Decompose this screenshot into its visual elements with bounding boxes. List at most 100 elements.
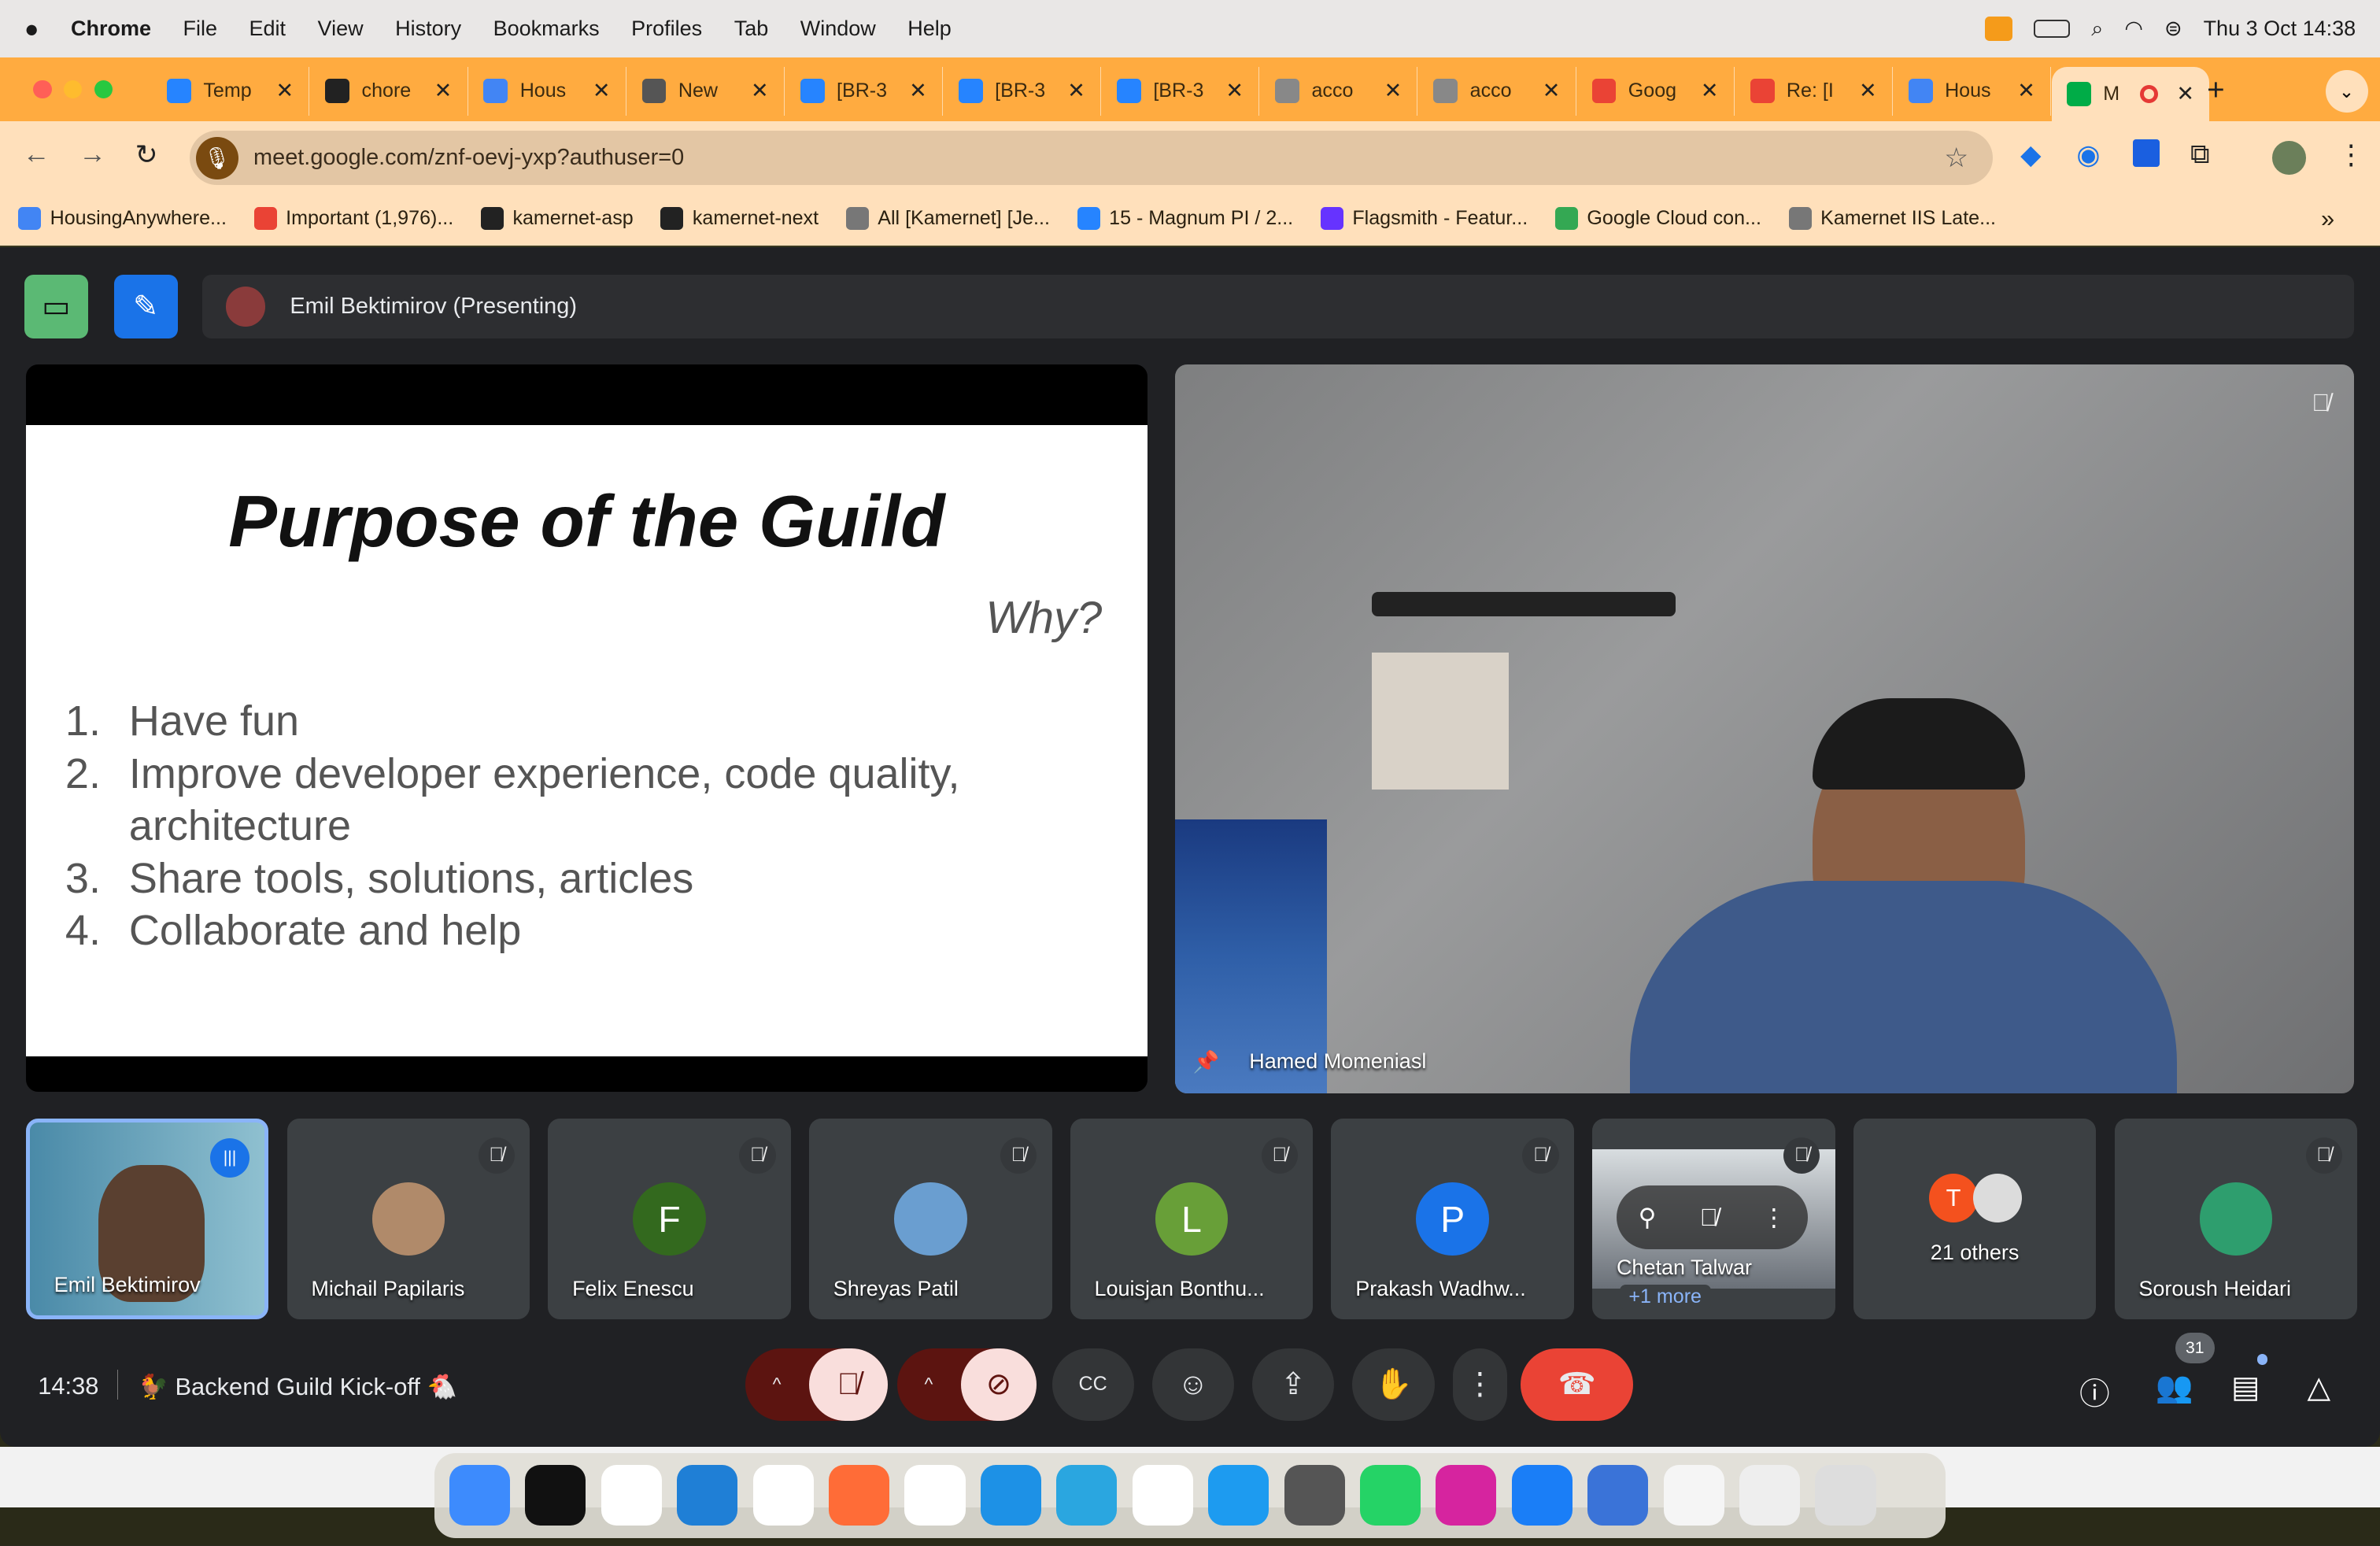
close-tab-icon[interactable]: ✕ — [751, 79, 769, 103]
menu-view[interactable]: View — [318, 17, 364, 41]
battery-icon[interactable] — [2033, 20, 2071, 39]
star-icon[interactable]: ☆ — [1944, 142, 1968, 174]
browser-tab[interactable]: New ✕ — [626, 66, 785, 116]
camera-toggle-button[interactable]: ⊘ — [960, 1348, 1037, 1422]
bookmark[interactable]: HousingAnywhere... — [18, 207, 227, 231]
captions-button[interactable]: CC — [1051, 1348, 1134, 1422]
browser-tab[interactable]: M ✕ — [2051, 66, 2210, 122]
browser-tab[interactable]: acco ✕ — [1418, 66, 1576, 116]
control-center-icon[interactable]: ⊜ — [2164, 17, 2182, 41]
extensions-icon[interactable]: ⧉ — [2190, 139, 2210, 170]
dock-app-icon[interactable] — [1056, 1465, 1118, 1526]
close-tab-icon[interactable]: ✕ — [1384, 79, 1402, 103]
trello-icon[interactable] — [2132, 139, 2160, 168]
close-tab-icon[interactable]: ✕ — [1067, 79, 1085, 103]
mic-off-icon[interactable]: 🎙̸ — [1700, 1204, 1718, 1232]
forward-icon[interactable]: → — [79, 139, 106, 170]
dock-app-icon[interactable] — [525, 1465, 586, 1526]
menu-profiles[interactable]: Profiles — [631, 17, 702, 41]
participant-tile[interactable]: L 🎙̸ Louisjan Bonthu... — [1070, 1119, 1314, 1319]
presentation-tile[interactable]: Purpose of the Guild Why? 1. Have fun 2. Im… — [25, 364, 1148, 1092]
dock-app-icon[interactable] — [449, 1465, 510, 1526]
dock-app-icon[interactable] — [1511, 1465, 1572, 1526]
browser-tab[interactable]: [BR-3 ✕ — [1102, 66, 1260, 116]
search-icon[interactable]: ⌕ — [2091, 17, 2103, 42]
dock-app-icon[interactable] — [677, 1465, 738, 1526]
people-icon[interactable]: 👥 — [2156, 1370, 2193, 1405]
close-tab-icon[interactable]: ✕ — [909, 79, 927, 103]
pin-icon[interactable]: 📌 — [1193, 1049, 1220, 1074]
participant-tile[interactable]: F 🎙̸ Felix Enescu — [548, 1119, 791, 1319]
participant-tile[interactable]: P 🎙̸ Prakash Wadhw... — [1331, 1119, 1574, 1319]
bookmark[interactable]: All [Kamernet] [Je... — [845, 207, 1050, 231]
close-tab-icon[interactable]: ✕ — [1543, 79, 1561, 103]
browser-tab[interactable]: Hous ✕ — [468, 66, 626, 116]
dock-app-icon[interactable] — [980, 1465, 1041, 1526]
raise-hand-button[interactable]: ✋ — [1352, 1348, 1435, 1422]
extension-tag-icon[interactable]: ◆ — [2020, 139, 2042, 171]
more-options-button[interactable]: ⋮ — [1452, 1348, 1508, 1422]
microphone-icon[interactable]: 🎙 — [195, 136, 238, 179]
tab-search-button[interactable]: ⌄ — [2325, 69, 2368, 113]
dock-app-icon[interactable] — [1587, 1465, 1649, 1526]
menu-edit[interactable]: Edit — [249, 17, 286, 41]
present-screen-button[interactable]: ⇪ — [1252, 1348, 1335, 1422]
close-tab-icon[interactable]: ✕ — [2017, 79, 2035, 103]
participant-tile[interactable]: ||| Emil Bektimirov — [25, 1119, 269, 1319]
dock-app-icon[interactable] — [904, 1465, 966, 1526]
mic-indicator-icon[interactable] — [1985, 17, 2012, 42]
url-text[interactable]: meet.google.com/znf-oevj-yxp?authuser=0 — [253, 145, 684, 171]
dock-app-icon[interactable] — [752, 1465, 814, 1526]
menu-tab[interactable]: Tab — [734, 17, 769, 41]
meeting-title[interactable]: 🐓 Backend Guild Kick-off 🐔 — [139, 1372, 457, 1401]
leave-call-button[interactable]: ☎ — [1521, 1348, 1634, 1422]
participant-tile[interactable]: 🎙̸ Michail Papilaris — [286, 1119, 530, 1319]
bookmark[interactable]: Kamernet IIS Late... — [1788, 207, 1996, 231]
bookmarks-overflow[interactable]: » — [2321, 205, 2334, 233]
clock[interactable]: Thu 3 Oct 14:38 — [2204, 17, 2356, 41]
activities-icon[interactable]: △ — [2307, 1370, 2330, 1405]
bookmark[interactable]: kamernet-asp — [480, 207, 634, 231]
more-options-icon[interactable]: ⋮ — [1761, 1204, 1786, 1232]
pin-icon[interactable]: ⚲ — [1639, 1204, 1657, 1232]
extension-lock-icon[interactable]: ◉ — [2076, 139, 2100, 171]
minimize-window-button[interactable] — [64, 80, 83, 99]
dock-app-icon[interactable] — [1739, 1465, 1801, 1526]
chat-icon[interactable]: ▤ — [2231, 1370, 2260, 1405]
browser-tab[interactable]: [BR-3 ✕ — [785, 66, 944, 116]
zoom-window-button[interactable] — [94, 80, 113, 99]
dock-app-icon[interactable] — [1436, 1465, 1497, 1526]
bookmark[interactable]: Flagsmith - Featur... — [1320, 207, 1528, 231]
profile-avatar[interactable] — [2272, 141, 2306, 175]
menu-help[interactable]: Help — [907, 17, 952, 41]
participant-tile[interactable]: ⚲ 🎙̸ ⋮ +1 more 🎙̸ Chetan Talwar — [1592, 1119, 1835, 1319]
close-tab-icon[interactable]: ✕ — [434, 79, 453, 103]
bookmark[interactable]: kamernet-next — [660, 207, 819, 231]
browser-tab[interactable]: [BR-3 ✕ — [944, 66, 1102, 116]
close-tab-icon[interactable]: ✕ — [276, 79, 294, 103]
dock-app-icon[interactable] — [828, 1465, 890, 1526]
browser-tab[interactable]: Goog ✕ — [1576, 66, 1735, 116]
browser-tab[interactable]: acco ✕ — [1260, 66, 1418, 116]
menu-window[interactable]: Window — [800, 17, 876, 41]
dock-app-icon[interactable] — [1815, 1465, 1876, 1526]
close-tab-icon[interactable]: ✕ — [1225, 79, 1244, 103]
browser-tab[interactable]: Temp ✕ — [152, 66, 310, 116]
reactions-button[interactable]: ☺ — [1151, 1348, 1234, 1422]
browser-tab[interactable]: chore ✕ — [310, 66, 468, 116]
menu-app[interactable]: Chrome — [71, 17, 151, 41]
pinned-video-tile[interactable]: 🎙̸ 📌 Hamed Momeniasl — [1174, 364, 2355, 1093]
back-icon[interactable]: ← — [23, 139, 50, 170]
meeting-info-icon[interactable]: ⓘ — [2079, 1370, 2110, 1414]
bookmark[interactable]: Important (1,976)... — [253, 207, 453, 231]
menu-bookmarks[interactable]: Bookmarks — [493, 17, 600, 41]
close-tab-icon[interactable]: ✕ — [1859, 79, 1877, 103]
wifi-icon[interactable]: ◠ — [2124, 17, 2143, 41]
participant-tile[interactable]: 🎙̸ Shreyas Patil — [808, 1119, 1052, 1319]
close-tab-icon[interactable]: ✕ — [1701, 79, 1719, 103]
annotate-button[interactable]: ✎ — [113, 275, 178, 339]
close-window-button[interactable] — [33, 80, 52, 99]
participant-tile[interactable]: 🎙̸ Soroush Heidari — [2114, 1119, 2358, 1319]
dock-app-icon[interactable] — [1132, 1465, 1193, 1526]
new-tab-button[interactable]: + — [2207, 73, 2225, 108]
